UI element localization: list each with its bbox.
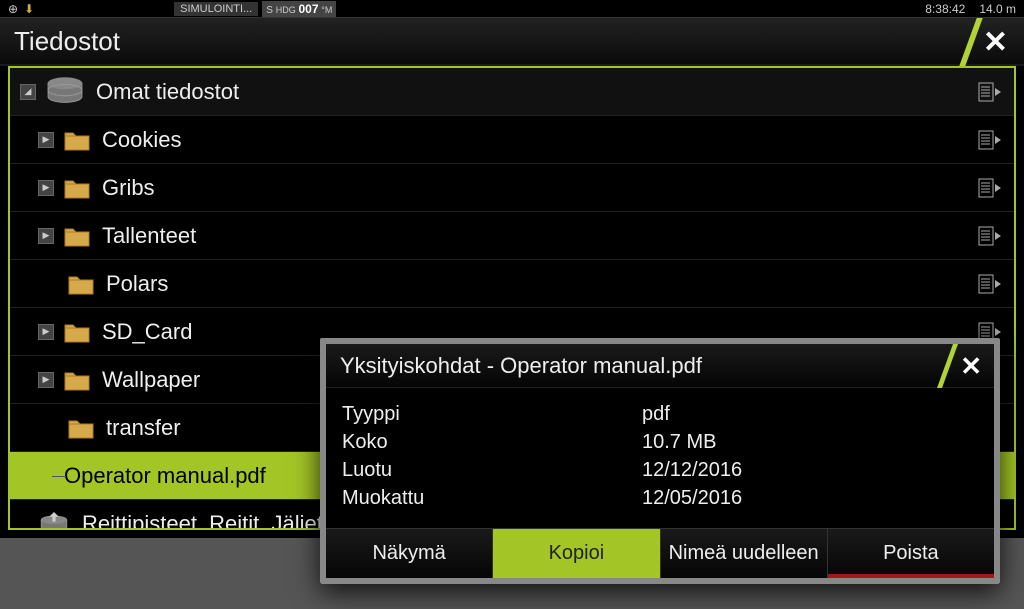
copy-button[interactable]: Kopioi — [493, 529, 660, 578]
detail-value: pdf — [642, 400, 978, 428]
folder-icon — [64, 177, 90, 199]
hdg-badge: S HDG 007 °M — [262, 1, 336, 17]
expander-expand-icon[interactable]: ▶ — [38, 228, 54, 244]
details-icon[interactable] — [978, 82, 1002, 102]
folder-icon — [64, 321, 90, 343]
folder-icon — [64, 225, 90, 247]
details-body: Tyyppi pdf Koko 10.7 MB Luotu 12/12/2016… — [326, 388, 994, 528]
view-button[interactable]: Näkymä — [326, 529, 493, 578]
details-dialog: Yksityiskohdat - Operator manual.pdf ✕ T… — [320, 338, 1000, 584]
rename-button[interactable]: Nimeä uudelleen — [661, 529, 828, 578]
detail-value: 10.7 MB — [642, 428, 978, 456]
details-icon[interactable] — [978, 130, 1002, 150]
tree-row-tallenteet[interactable]: ▶ Tallenteet — [10, 212, 1014, 260]
tree-item-label: Polars — [106, 271, 978, 297]
tree-item-label: Gribs — [102, 175, 978, 201]
tree-row-root[interactable]: ◢ Omat tiedostot — [10, 68, 1014, 116]
root-label: Omat tiedostot — [96, 79, 978, 105]
details-dialog-header: Yksityiskohdat - Operator manual.pdf ✕ — [326, 344, 994, 388]
details-icon[interactable] — [978, 274, 1002, 294]
expander-expand-icon[interactable]: ▶ — [38, 372, 54, 388]
detail-value: 12/05/2016 — [642, 484, 978, 512]
tree-item-label: Tallenteet — [102, 223, 978, 249]
dialog-footer: Näkymä Kopioi Nimeä uudelleen Poista — [326, 528, 994, 578]
folder-icon — [68, 417, 94, 439]
close-icon: ✕ — [983, 25, 1008, 60]
expander-expand-icon[interactable]: ▶ — [38, 132, 54, 148]
sat-icon: ⬇ — [24, 2, 34, 16]
sim-mode-label: SIMULOINTI... — [174, 2, 258, 16]
dialog-title: Yksityiskohdat - Operator manual.pdf — [340, 353, 702, 379]
status-depth: 14.0 m — [979, 2, 1016, 16]
status-time: 8:38:42 — [925, 2, 965, 16]
status-bar: ⊕ ⬇ SIMULOINTI... S HDG 007 °M 8:38:42 1… — [0, 0, 1024, 18]
detail-label: Luotu — [342, 456, 642, 484]
details-icon[interactable] — [978, 226, 1002, 246]
delete-button[interactable]: Poista — [828, 529, 994, 578]
expander-expand-icon[interactable]: ▶ — [38, 180, 54, 196]
disk-icon — [46, 76, 84, 108]
details-icon[interactable] — [978, 178, 1002, 198]
detail-label: Tyyppi — [342, 400, 642, 428]
close-button[interactable]: ✕ — [924, 18, 1024, 66]
folder-icon — [64, 129, 90, 151]
detail-label: Muokattu — [342, 484, 642, 512]
detail-row-created: Luotu 12/12/2016 — [342, 456, 978, 484]
globe-icon: ⊕ — [8, 2, 18, 16]
waypoints-icon — [38, 510, 70, 531]
dialog-close-button[interactable]: ✕ — [914, 344, 994, 388]
folder-icon — [68, 273, 94, 295]
detail-row-modified: Muokattu 12/05/2016 — [342, 484, 978, 512]
expander-expand-icon[interactable]: ▶ — [38, 324, 54, 340]
folder-icon — [64, 369, 90, 391]
detail-value: 12/12/2016 — [642, 456, 978, 484]
tree-row-gribs[interactable]: ▶ Gribs — [10, 164, 1014, 212]
detail-label: Koko — [342, 428, 642, 456]
window-title: Tiedostot — [14, 26, 120, 57]
detail-row-type: Tyyppi pdf — [342, 400, 978, 428]
expander-collapse-icon[interactable]: ◢ — [20, 84, 36, 100]
detail-row-size: Koko 10.7 MB — [342, 428, 978, 456]
files-window-header: Tiedostot ✕ — [0, 18, 1024, 66]
close-icon: ✕ — [960, 351, 982, 382]
tree-item-label: Cookies — [102, 127, 978, 153]
tree-row-cookies[interactable]: ▶ Cookies — [10, 116, 1014, 164]
tree-row-polars[interactable]: Polars — [10, 260, 1014, 308]
